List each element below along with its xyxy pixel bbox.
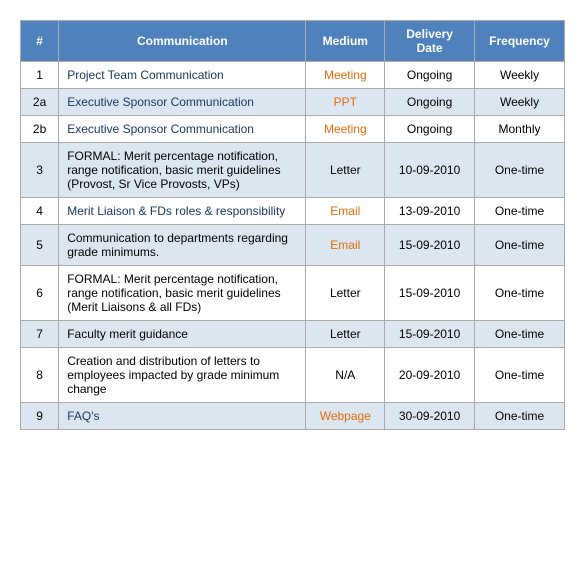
- row-frequency: One-time: [475, 143, 565, 198]
- row-communication: Faculty merit guidance: [59, 321, 306, 348]
- row-number: 9: [21, 403, 59, 430]
- table-row: 4Merit Liaison & FDs roles & responsibil…: [21, 198, 565, 225]
- row-frequency: One-time: [475, 266, 565, 321]
- row-communication: Creation and distribution of letters to …: [59, 348, 306, 403]
- row-medium: Email: [306, 198, 385, 225]
- row-delivery-date: 30-09-2010: [385, 403, 475, 430]
- row-delivery-date: Ongoing: [385, 116, 475, 143]
- row-medium: Meeting: [306, 116, 385, 143]
- row-frequency: One-time: [475, 348, 565, 403]
- header-communication: Communication: [59, 21, 306, 62]
- table-row: 8Creation and distribution of letters to…: [21, 348, 565, 403]
- row-number: 2a: [21, 89, 59, 116]
- row-delivery-date: 10-09-2010: [385, 143, 475, 198]
- table-row: 6FORMAL: Merit percentage notification, …: [21, 266, 565, 321]
- row-frequency: One-time: [475, 198, 565, 225]
- row-delivery-date: 20-09-2010: [385, 348, 475, 403]
- row-communication: FAQ's: [59, 403, 306, 430]
- row-communication: Executive Sponsor Communication: [59, 116, 306, 143]
- row-frequency: Weekly: [475, 89, 565, 116]
- row-medium: Letter: [306, 143, 385, 198]
- row-number: 7: [21, 321, 59, 348]
- row-delivery-date: Ongoing: [385, 89, 475, 116]
- row-communication: Communication to departments regarding g…: [59, 225, 306, 266]
- row-frequency: Weekly: [475, 62, 565, 89]
- row-delivery-date: Ongoing: [385, 62, 475, 89]
- row-number: 5: [21, 225, 59, 266]
- communication-table: # Communication Medium Delivery Date Fre…: [20, 20, 565, 430]
- row-frequency: One-time: [475, 225, 565, 266]
- table-row: 7Faculty merit guidanceLetter15-09-2010O…: [21, 321, 565, 348]
- row-communication: FORMAL: Merit percentage notification, r…: [59, 266, 306, 321]
- row-communication: FORMAL: Merit percentage notification, r…: [59, 143, 306, 198]
- header-medium: Medium: [306, 21, 385, 62]
- header-hash: #: [21, 21, 59, 62]
- row-communication: Merit Liaison & FDs roles & responsibili…: [59, 198, 306, 225]
- table-row: 2bExecutive Sponsor CommunicationMeeting…: [21, 116, 565, 143]
- row-delivery-date: 13-09-2010: [385, 198, 475, 225]
- row-delivery-date: 15-09-2010: [385, 225, 475, 266]
- row-number: 1: [21, 62, 59, 89]
- row-frequency: One-time: [475, 321, 565, 348]
- row-medium: N/A: [306, 348, 385, 403]
- header-delivery-date: Delivery Date: [385, 21, 475, 62]
- row-medium: Email: [306, 225, 385, 266]
- row-medium: Meeting: [306, 62, 385, 89]
- row-medium: Letter: [306, 266, 385, 321]
- row-frequency: Monthly: [475, 116, 565, 143]
- row-medium: Letter: [306, 321, 385, 348]
- row-number: 6: [21, 266, 59, 321]
- table-row: 1Project Team CommunicationMeetingOngoin…: [21, 62, 565, 89]
- row-number: 2b: [21, 116, 59, 143]
- row-delivery-date: 15-09-2010: [385, 266, 475, 321]
- row-number: 8: [21, 348, 59, 403]
- row-medium: PPT: [306, 89, 385, 116]
- row-delivery-date: 15-09-2010: [385, 321, 475, 348]
- row-medium: Webpage: [306, 403, 385, 430]
- table-row: 5Communication to departments regarding …: [21, 225, 565, 266]
- table-row: 9FAQ'sWebpage30-09-2010One-time: [21, 403, 565, 430]
- table-row: 2aExecutive Sponsor CommunicationPPTOngo…: [21, 89, 565, 116]
- row-number: 4: [21, 198, 59, 225]
- header-frequency: Frequency: [475, 21, 565, 62]
- row-communication: Executive Sponsor Communication: [59, 89, 306, 116]
- row-frequency: One-time: [475, 403, 565, 430]
- row-number: 3: [21, 143, 59, 198]
- row-communication: Project Team Communication: [59, 62, 306, 89]
- table-row: 3FORMAL: Merit percentage notification, …: [21, 143, 565, 198]
